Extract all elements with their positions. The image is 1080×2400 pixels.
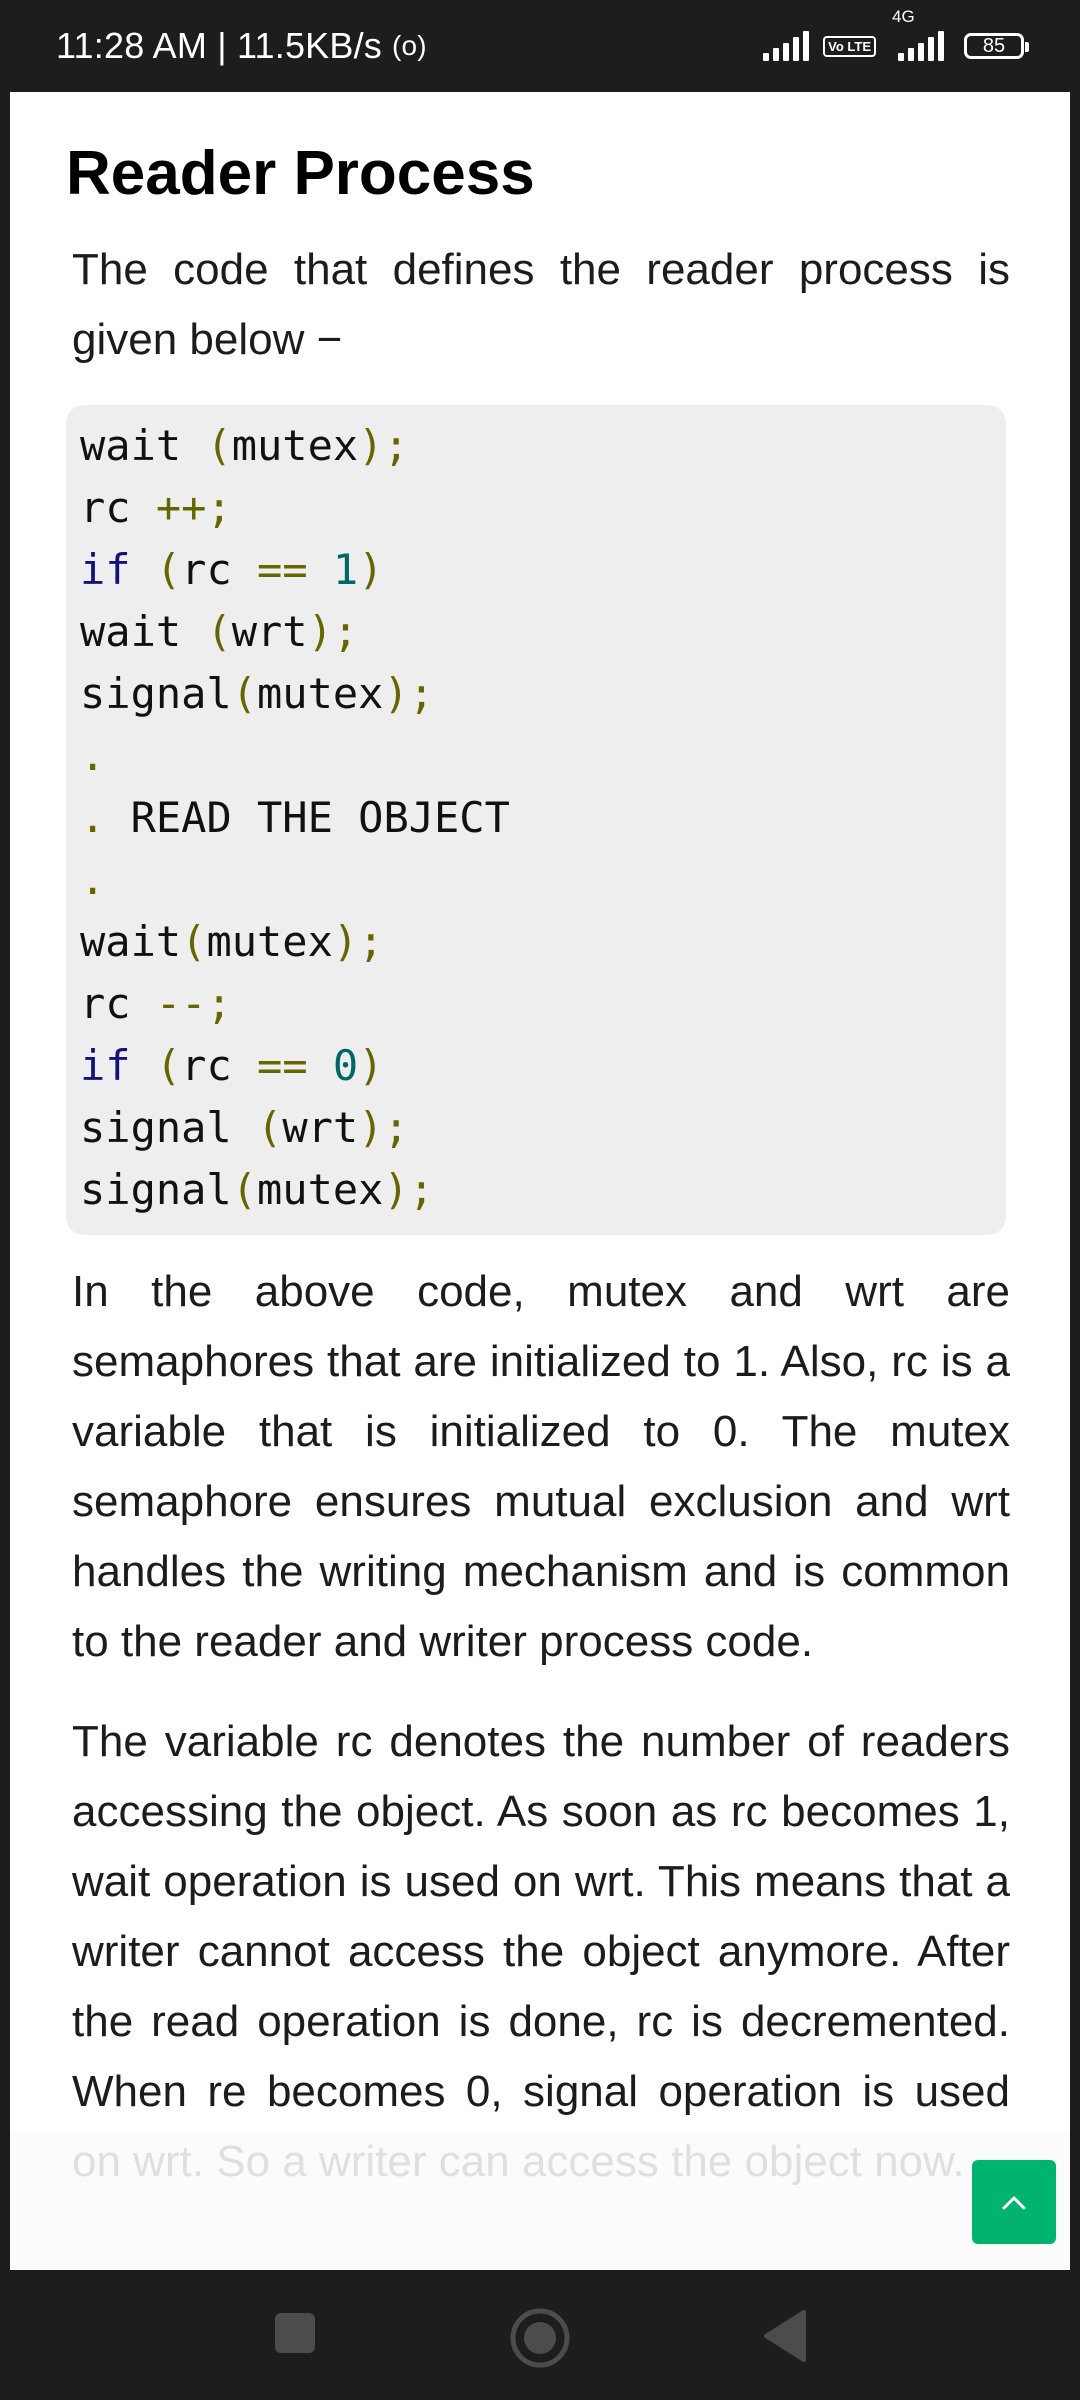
code-line: signal(mutex);: [80, 1165, 435, 1214]
article-page: Reader Process The code that defines the…: [10, 92, 1070, 2270]
status-bar: 11:28 AM | 11.5KB/s (o) Vo LTE 4G 85: [0, 0, 1080, 92]
navigation-bar: [0, 2270, 1080, 2400]
code-line: wait(mutex);: [80, 917, 384, 966]
triangle-back-icon: [764, 2310, 806, 2362]
code-line: signal(mutex);: [80, 669, 435, 718]
paragraph-reader-count: The variable rc denotes the number of re…: [72, 1717, 1010, 2186]
home-button[interactable]: [508, 2306, 572, 2370]
chevron-up-icon: [1002, 2196, 1026, 2210]
square-icon: [275, 2313, 315, 2353]
code-line: .: [80, 855, 106, 904]
code-block: wait (mutex); rc ++; if (rc == 1) wait (wrt…: [66, 405, 1006, 1235]
recents-button[interactable]: [272, 2310, 318, 2356]
volte-icon: Vo LTE: [823, 35, 876, 57]
code-line: rc --;: [80, 979, 232, 1028]
intro-paragraph: The code that defines the reader process…: [72, 245, 1010, 364]
code-line: . READ THE OBJECT: [80, 793, 510, 842]
battery-level: 85: [982, 34, 1006, 57]
code-line: wait (mutex);: [80, 421, 409, 470]
signal-strength-icon: [763, 31, 810, 61]
code-line: .: [80, 731, 106, 780]
circle-icon: [510, 2308, 570, 2368]
bottom-fade-overlay: [10, 2132, 1070, 2270]
network-4g-icon: 4G: [890, 7, 944, 61]
hotspot-icon: (o): [392, 30, 427, 61]
status-time-speed: 11:28 AM | 11.5KB/s: [56, 25, 383, 66]
paragraph-semaphores: In the above code, mutex and wrt are sem…: [72, 1267, 1010, 1666]
battery-icon: 85: [964, 33, 1029, 59]
back-button[interactable]: [760, 2308, 812, 2364]
code-line: if (rc == 1): [80, 545, 384, 594]
code-line: if (rc == 0): [80, 1041, 384, 1090]
code-line: wait (wrt);: [80, 607, 359, 656]
scroll-to-top-button[interactable]: [972, 2160, 1056, 2244]
page-title: Reader Process: [66, 139, 535, 208]
code-line: rc ++;: [80, 483, 232, 532]
code-line: signal (wrt);: [80, 1103, 409, 1152]
